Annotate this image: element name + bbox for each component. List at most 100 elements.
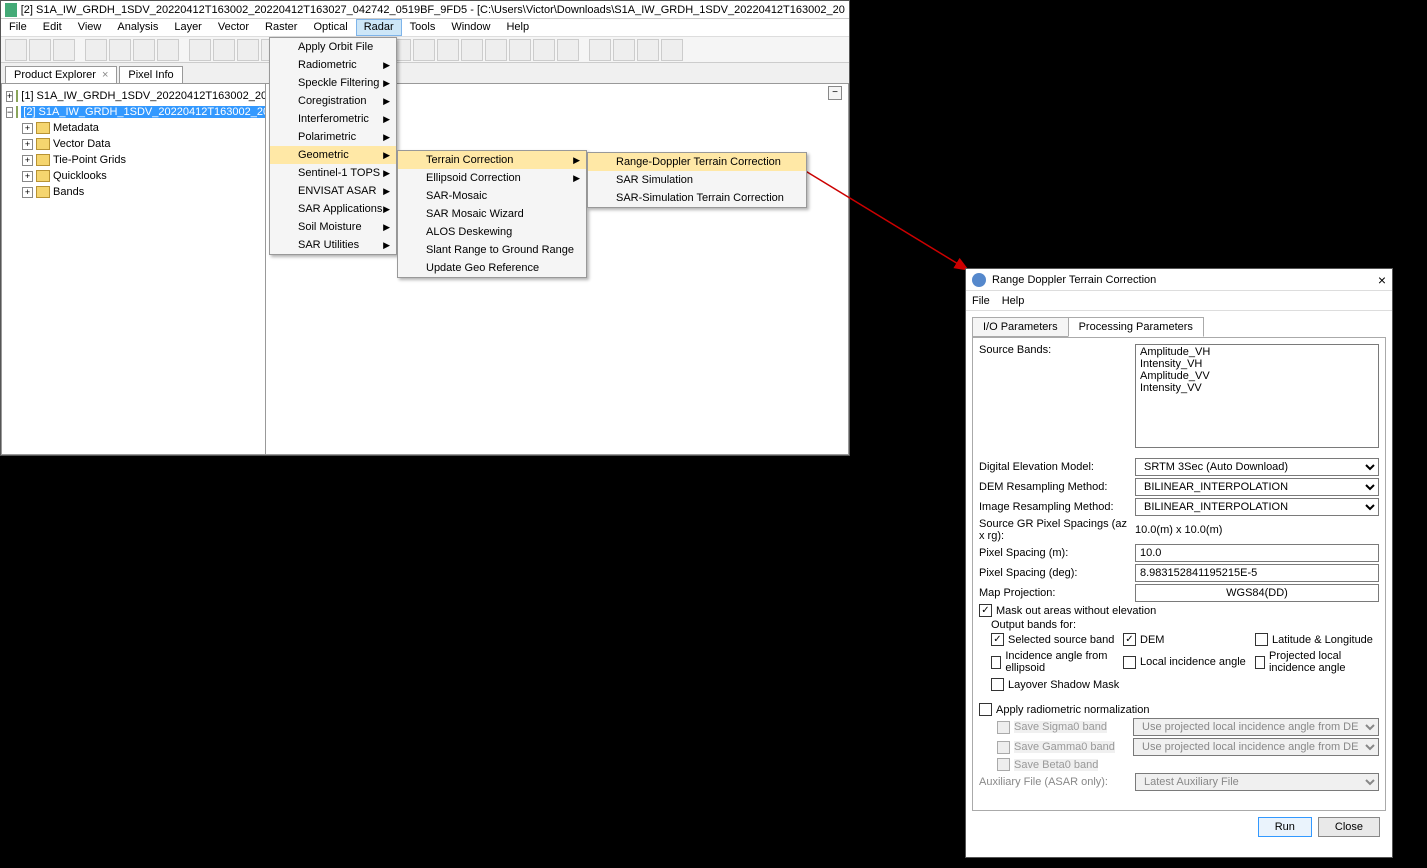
toolbar-button[interactable] [509, 39, 531, 61]
menu-item[interactable]: SAR Mosaic Wizard [398, 205, 586, 223]
menu-item[interactable]: Polarimetric▶ [270, 128, 396, 146]
menu-item[interactable]: Update Geo Reference [398, 259, 586, 277]
toolbar-button[interactable] [485, 39, 507, 61]
menu-item[interactable]: Speckle Filtering▶ [270, 74, 396, 92]
menu-item[interactable]: Coregistration▶ [270, 92, 396, 110]
menu-edit[interactable]: Edit [35, 19, 70, 36]
close-button[interactable]: Close [1318, 817, 1380, 837]
menu-item[interactable]: Slant Range to Ground Range [398, 241, 586, 259]
incidence-ellipsoid-checkbox[interactable] [991, 656, 1001, 669]
menu-item[interactable]: ENVISAT ASAR▶ [270, 182, 396, 200]
toolbar-button[interactable] [589, 39, 611, 61]
product-explorer-tree[interactable]: +[1] S1A_IW_GRDH_1SDV_20220412T163002_20… [1, 83, 266, 455]
tree-node[interactable]: +Tie-Point Grids [6, 152, 261, 168]
menu-item[interactable]: SAR Applications▶ [270, 200, 396, 218]
menu-item[interactable]: Ellipsoid Correction▶ [398, 169, 586, 187]
image-resampling-select[interactable]: BILINEAR_INTERPOLATION [1135, 498, 1379, 516]
menu-item[interactable]: Terrain Correction▶ [398, 151, 586, 169]
toolbar-button[interactable] [461, 39, 483, 61]
toolbar-button[interactable] [637, 39, 659, 61]
menu-tools[interactable]: Tools [402, 19, 444, 36]
list-item[interactable]: Intensity_VH [1137, 358, 1377, 370]
toolbar-button[interactable] [213, 39, 235, 61]
toolbar-button[interactable] [109, 39, 131, 61]
menu-optical[interactable]: Optical [305, 19, 355, 36]
menu-view[interactable]: View [70, 19, 110, 36]
menu-help[interactable]: Help [498, 19, 537, 36]
menu-window[interactable]: Window [443, 19, 498, 36]
toolbar-button[interactable] [53, 39, 75, 61]
menu-item[interactable]: Sentinel-1 TOPS▶ [270, 164, 396, 182]
local-incidence-checkbox[interactable] [1123, 656, 1136, 669]
tab-processing-parameters[interactable]: Processing Parameters [1068, 317, 1204, 337]
toolbar-button[interactable] [85, 39, 107, 61]
expand-icon[interactable]: + [22, 123, 33, 134]
close-icon[interactable]: × [102, 69, 108, 81]
dem-select[interactable]: SRTM 3Sec (Auto Download) [1135, 458, 1379, 476]
radiometric-normalization-checkbox[interactable] [979, 703, 992, 716]
tab-io-parameters[interactable]: I/O Parameters [972, 317, 1069, 337]
menu-raster[interactable]: Raster [257, 19, 305, 36]
toolbar-button[interactable] [157, 39, 179, 61]
toolbar-button[interactable] [133, 39, 155, 61]
toolbar-button[interactable] [661, 39, 683, 61]
tab-product-explorer[interactable]: Product Explorer× [5, 66, 117, 83]
list-item[interactable]: Intensity_VV [1137, 382, 1377, 394]
expand-icon[interactable]: − [6, 107, 13, 118]
menu-item[interactable]: Range-Doppler Terrain Correction [588, 153, 806, 171]
menu-layer[interactable]: Layer [166, 19, 210, 36]
toolbar-button[interactable] [5, 39, 27, 61]
tree-node[interactable]: +Metadata [6, 120, 261, 136]
toolbar-button[interactable] [237, 39, 259, 61]
menu-vector[interactable]: Vector [210, 19, 257, 36]
menu-file[interactable]: File [972, 295, 990, 307]
selected-source-band-checkbox[interactable] [991, 633, 1004, 646]
menu-analysis[interactable]: Analysis [109, 19, 166, 36]
toolbar-button[interactable] [533, 39, 555, 61]
dem-checkbox[interactable] [1123, 633, 1136, 646]
menu-item[interactable]: SAR Simulation [588, 171, 806, 189]
menu-help[interactable]: Help [1002, 295, 1025, 307]
tree-node[interactable]: +Bands [6, 184, 261, 200]
toolbar-button[interactable] [613, 39, 635, 61]
menu-radar[interactable]: Radar [356, 19, 402, 36]
menu-item[interactable]: Apply Orbit File [270, 38, 396, 56]
toolbar-button[interactable] [413, 39, 435, 61]
layover-checkbox[interactable] [991, 678, 1004, 691]
tab-pixel-info[interactable]: Pixel Info [119, 66, 182, 83]
menu-item[interactable]: SAR-Mosaic [398, 187, 586, 205]
menu-item[interactable]: Soil Moisture▶ [270, 218, 396, 236]
run-button[interactable]: Run [1258, 817, 1312, 837]
pixel-spacing-m-input[interactable] [1135, 544, 1379, 562]
latlon-checkbox[interactable] [1255, 633, 1268, 646]
menu-item[interactable]: Radiometric▶ [270, 56, 396, 74]
list-item[interactable]: Amplitude_VV [1137, 370, 1377, 382]
menu-item[interactable]: SAR Utilities▶ [270, 236, 396, 254]
menu-item[interactable]: Geometric▶ [270, 146, 396, 164]
tree-node[interactable]: +[1] S1A_IW_GRDH_1SDV_20220412T163002_20… [6, 88, 261, 104]
expand-icon[interactable]: + [6, 91, 13, 102]
menu-item[interactable]: Interferometric▶ [270, 110, 396, 128]
toolbar-button[interactable] [29, 39, 51, 61]
expand-icon[interactable]: + [22, 155, 33, 166]
dem-resampling-select[interactable]: BILINEAR_INTERPOLATION [1135, 478, 1379, 496]
toolbar-button[interactable] [557, 39, 579, 61]
expand-icon[interactable]: + [22, 139, 33, 150]
tree-node[interactable]: +Quicklooks [6, 168, 261, 184]
minimize-icon[interactable]: − [828, 86, 842, 100]
close-icon[interactable]: × [1378, 272, 1386, 288]
expand-icon[interactable]: + [22, 187, 33, 198]
menu-file[interactable]: File [1, 19, 35, 36]
tree-node[interactable]: −[2] S1A_IW_GRDH_1SDV_20220412T163002_20… [6, 104, 261, 120]
source-bands-list[interactable]: Amplitude_VHIntensity_VHAmplitude_VVInte… [1135, 344, 1379, 448]
menu-item[interactable]: SAR-Simulation Terrain Correction [588, 189, 806, 207]
projected-incidence-checkbox[interactable] [1255, 656, 1265, 669]
mask-checkbox[interactable] [979, 604, 992, 617]
menu-item[interactable]: ALOS Deskewing [398, 223, 586, 241]
tree-node[interactable]: +Vector Data [6, 136, 261, 152]
toolbar-button[interactable] [437, 39, 459, 61]
toolbar-button[interactable] [189, 39, 211, 61]
expand-icon[interactable]: + [22, 171, 33, 182]
map-projection-button[interactable]: WGS84(DD) [1135, 584, 1379, 602]
list-item[interactable]: Amplitude_VH [1137, 346, 1377, 358]
